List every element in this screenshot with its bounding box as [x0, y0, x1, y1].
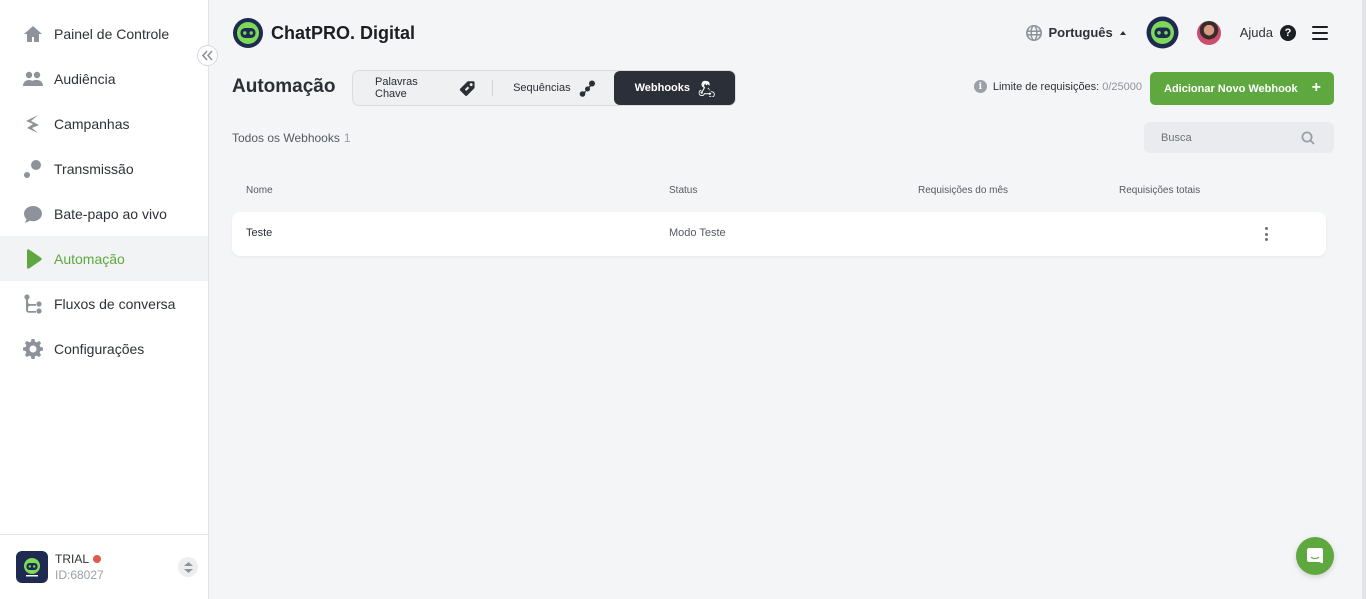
sidebar-item-label: Transmissão: [54, 160, 134, 177]
list-title: Todos os Webhooks: [232, 131, 340, 145]
users-icon: [22, 68, 44, 90]
flow-icon: [22, 293, 44, 315]
search-icon[interactable]: [1301, 131, 1315, 145]
sidebar-item-label: Bate-papo ao vivo: [54, 205, 167, 222]
hamburger-menu-icon[interactable]: [1312, 25, 1328, 40]
status-dot: [93, 555, 102, 563]
request-limit: i Limite de requisições: 0/25000: [973, 80, 1142, 93]
sequence-icon: [579, 80, 595, 97]
list-header: Todos os Webhooks 1: [232, 131, 351, 145]
sidebar-item-automacao[interactable]: Automação: [0, 236, 208, 281]
add-webhook-label: Adicionar Novo Webhook: [1164, 82, 1298, 95]
account-logo-icon: [16, 551, 48, 583]
caret-up-icon: [1119, 30, 1126, 35]
sidebar-item-audiencia[interactable]: Audiência: [0, 56, 208, 101]
sidebar: Painel de Controle Audiência Campanhas T…: [0, 0, 209, 599]
sidebar-item-transmissao[interactable]: Transmissão: [0, 146, 208, 191]
search-box: [1144, 122, 1334, 153]
column-header-status[interactable]: Status: [669, 185, 697, 196]
chat-icon: [1307, 548, 1323, 564]
brand-logo-icon: [233, 18, 263, 48]
account-id: ID:68027: [55, 568, 104, 582]
tab-label: Webhooks: [634, 82, 690, 94]
language-selector[interactable]: Português: [1026, 24, 1126, 41]
scrollbar-track[interactable]: [1362, 0, 1366, 599]
collapse-sidebar-button[interactable]: [197, 45, 218, 66]
sidebar-item-label: Painel de Controle: [54, 25, 170, 42]
sidebar-item-label: Automação: [54, 250, 125, 267]
brand-name: ChatPRO. Digital: [271, 22, 416, 43]
sidebar-item-bate-papo[interactable]: Bate-papo ao vivo: [0, 191, 208, 236]
globe-icon: [1026, 24, 1043, 41]
more-options-icon[interactable]: [1258, 226, 1274, 242]
tag-icon: [459, 80, 475, 96]
sidebar-item-label: Fluxos de conversa: [54, 295, 176, 312]
sidebar-item-label: Audiência: [54, 70, 116, 87]
plus-icon: +: [1311, 79, 1321, 96]
header-actions: Português Ajuda ?: [1026, 16, 1328, 49]
campaign-icon: [22, 113, 44, 135]
gear-icon: [22, 338, 44, 360]
table-row[interactable]: Teste Modo Teste: [232, 212, 1326, 256]
table-header: Nome Status Requisições do mês Requisiçõ…: [232, 185, 1326, 199]
column-header-total-requests[interactable]: Requisições totais: [1119, 185, 1200, 196]
sidebar-item-fluxos[interactable]: Fluxos de conversa: [0, 281, 208, 326]
tab-webhooks[interactable]: Webhooks: [613, 71, 735, 105]
help-button[interactable]: Ajuda ?: [1239, 24, 1296, 41]
brand[interactable]: ChatPRO. Digital: [232, 17, 415, 49]
broadcast-icon: [22, 158, 44, 180]
user-avatar[interactable]: [1196, 20, 1221, 45]
add-webhook-button[interactable]: Adicionar Novo Webhook +: [1150, 72, 1334, 105]
bot-avatar-icon[interactable]: [1146, 16, 1179, 49]
sidebar-item-campanhas[interactable]: Campanhas: [0, 101, 208, 146]
search-input[interactable]: [1144, 131, 1299, 144]
sidebar-item-configuracoes[interactable]: Configurações: [0, 326, 208, 371]
home-icon: [22, 23, 44, 45]
column-header-month-requests[interactable]: Requisições do mês: [918, 185, 1008, 196]
account-plan-label: TRIAL: [55, 552, 90, 566]
limit-label: Limite de requisições:: [992, 80, 1100, 93]
webhook-name: Teste: [246, 227, 273, 239]
account-switcher[interactable]: TRIAL ID:68027: [0, 534, 208, 599]
tab-label: Palavras Chave: [375, 76, 418, 100]
chat-bubble-icon: [22, 203, 44, 225]
page-title: Automação: [232, 76, 336, 97]
tab-label: Sequências: [513, 82, 571, 94]
info-icon[interactable]: i: [973, 80, 987, 93]
limit-value: 0/25000: [1102, 80, 1142, 93]
webhook-icon: [698, 80, 715, 97]
column-header-name[interactable]: Nome: [246, 185, 273, 196]
sidebar-item-label: Configurações: [54, 340, 145, 357]
play-icon: [22, 248, 44, 270]
webhook-status: Modo Teste: [669, 227, 726, 239]
tab-palavras-chave[interactable]: Palavras Chave: [355, 71, 494, 105]
account-info: TRIAL ID:68027: [55, 552, 104, 582]
question-icon: ?: [1280, 24, 1296, 41]
sidebar-nav: Painel de Controle Audiência Campanhas T…: [0, 0, 208, 371]
list-count: 1: [343, 131, 351, 145]
tab-sequencias[interactable]: Sequências: [493, 71, 614, 105]
sidebar-item-painel[interactable]: Painel de Controle: [0, 11, 208, 56]
support-chat-button[interactable]: [1296, 537, 1334, 575]
automation-tabs: Palavras Chave Sequências Webhooks: [352, 70, 736, 106]
language-label: Português: [1048, 25, 1113, 40]
account-toggle-icon[interactable]: [178, 557, 198, 577]
sidebar-item-label: Campanhas: [54, 115, 130, 132]
double-chevron-left-icon: [202, 50, 213, 61]
help-label: Ajuda: [1239, 25, 1273, 40]
account-plan: TRIAL: [55, 552, 104, 566]
